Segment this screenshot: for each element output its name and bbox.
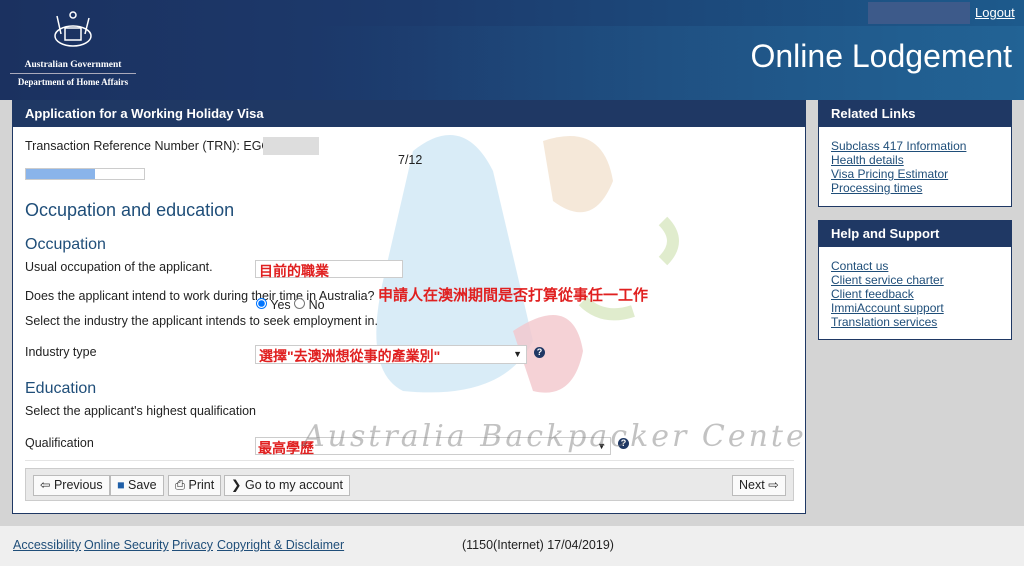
print-button[interactable]: ⎙ Print [168,475,222,496]
work-question: Does the applicant intend to work during… [25,287,648,304]
floppy-disk-icon: ■ [117,478,125,492]
industry-prompt: Select the industry the applicant intend… [25,314,378,328]
work-radio-group: Yes No [256,298,325,312]
industry-label: Industry type [25,345,97,359]
go-to-account-button[interactable]: ❯ Go to my account [224,475,350,496]
trn-redacted [263,137,319,155]
footer-link-copyright[interactable]: Copyright & Disclaimer [217,538,344,552]
qualification-prompt: Select the applicant's highest qualifica… [25,404,257,418]
help-link[interactable]: Translation services [831,315,999,329]
app-title: Online Lodgement [750,38,1012,74]
help-support-panel: Help and Support Contact us Client servic… [818,220,1012,340]
help-support-title: Help and Support [819,221,1011,247]
related-link[interactable]: Subclass 417 Information [831,139,999,153]
footer-link-accessibility[interactable]: Accessibility [13,538,81,552]
logout-link[interactable]: Logout [975,5,1015,20]
no-radio[interactable] [294,298,306,309]
progress-bar [25,168,145,180]
industry-select[interactable]: 選擇"去澳洲想從事的產業別" ▼ [255,345,527,364]
qualification-label: Qualification [25,436,94,450]
help-icon[interactable]: ? [534,347,545,358]
user-name-box [868,2,970,24]
usual-occupation-label: Usual occupation of the applicant. [25,260,213,274]
save-button[interactable]: ■ Save [110,475,164,496]
section-heading: Occupation and education [25,200,235,220]
version-info: (1150(Internet) 17/04/2019) [462,538,614,552]
work-annotation: 申請人在澳洲期間是否打算從事任一工作 [377,287,648,304]
yes-radio[interactable] [256,298,267,309]
related-link[interactable]: Visa Pricing Estimator [831,167,999,181]
related-links-panel: Related Links Subclass 417 Information He… [818,100,1012,207]
trn-label: Transaction Reference Number (TRN): EGO [25,139,272,153]
coat-of-arms-icon [54,11,92,47]
related-links-title: Related Links [819,101,1011,127]
header: Australian Government Department of Home… [0,0,1024,100]
government-logo: Australian Government Department of Home… [10,10,136,87]
watermark-text: Australia Backpacker Center [303,419,806,454]
related-link[interactable]: Processing times [831,181,999,195]
occupation-heading: Occupation [25,236,106,253]
related-link[interactable]: Health details [831,153,999,167]
chevron-right-icon: ❯ [231,478,242,492]
arrow-left-icon: ⇦ [40,478,51,492]
next-button[interactable]: Next ⇨ [732,475,786,496]
help-link[interactable]: ImmiAccount support [831,301,999,315]
arrow-right-icon: ⇨ [768,478,779,492]
footer: Accessibility Online Security Privacy Co… [0,526,1024,566]
footer-link-privacy[interactable]: Privacy [172,538,213,552]
button-bar: ⇦ Previous ■ Save ⎙ Print ❯ Go to my acc… [25,468,794,501]
usual-occupation-input[interactable]: 目前的職業 [255,260,403,279]
help-link[interactable]: Contact us [831,259,999,273]
application-panel: Application for a Working Holiday Visa T… [12,100,806,514]
help-link[interactable]: Client feedback [831,287,999,301]
previous-button[interactable]: ⇦ Previous [33,475,110,496]
help-link[interactable]: Client service charter [831,273,999,287]
step-counter: 7/12 [398,153,423,167]
footer-link-online-security[interactable]: Online Security [84,538,169,552]
printer-icon: ⎙ [175,478,186,492]
dropdown-arrow-icon: ▼ [513,349,522,359]
education-heading: Education [25,380,97,397]
